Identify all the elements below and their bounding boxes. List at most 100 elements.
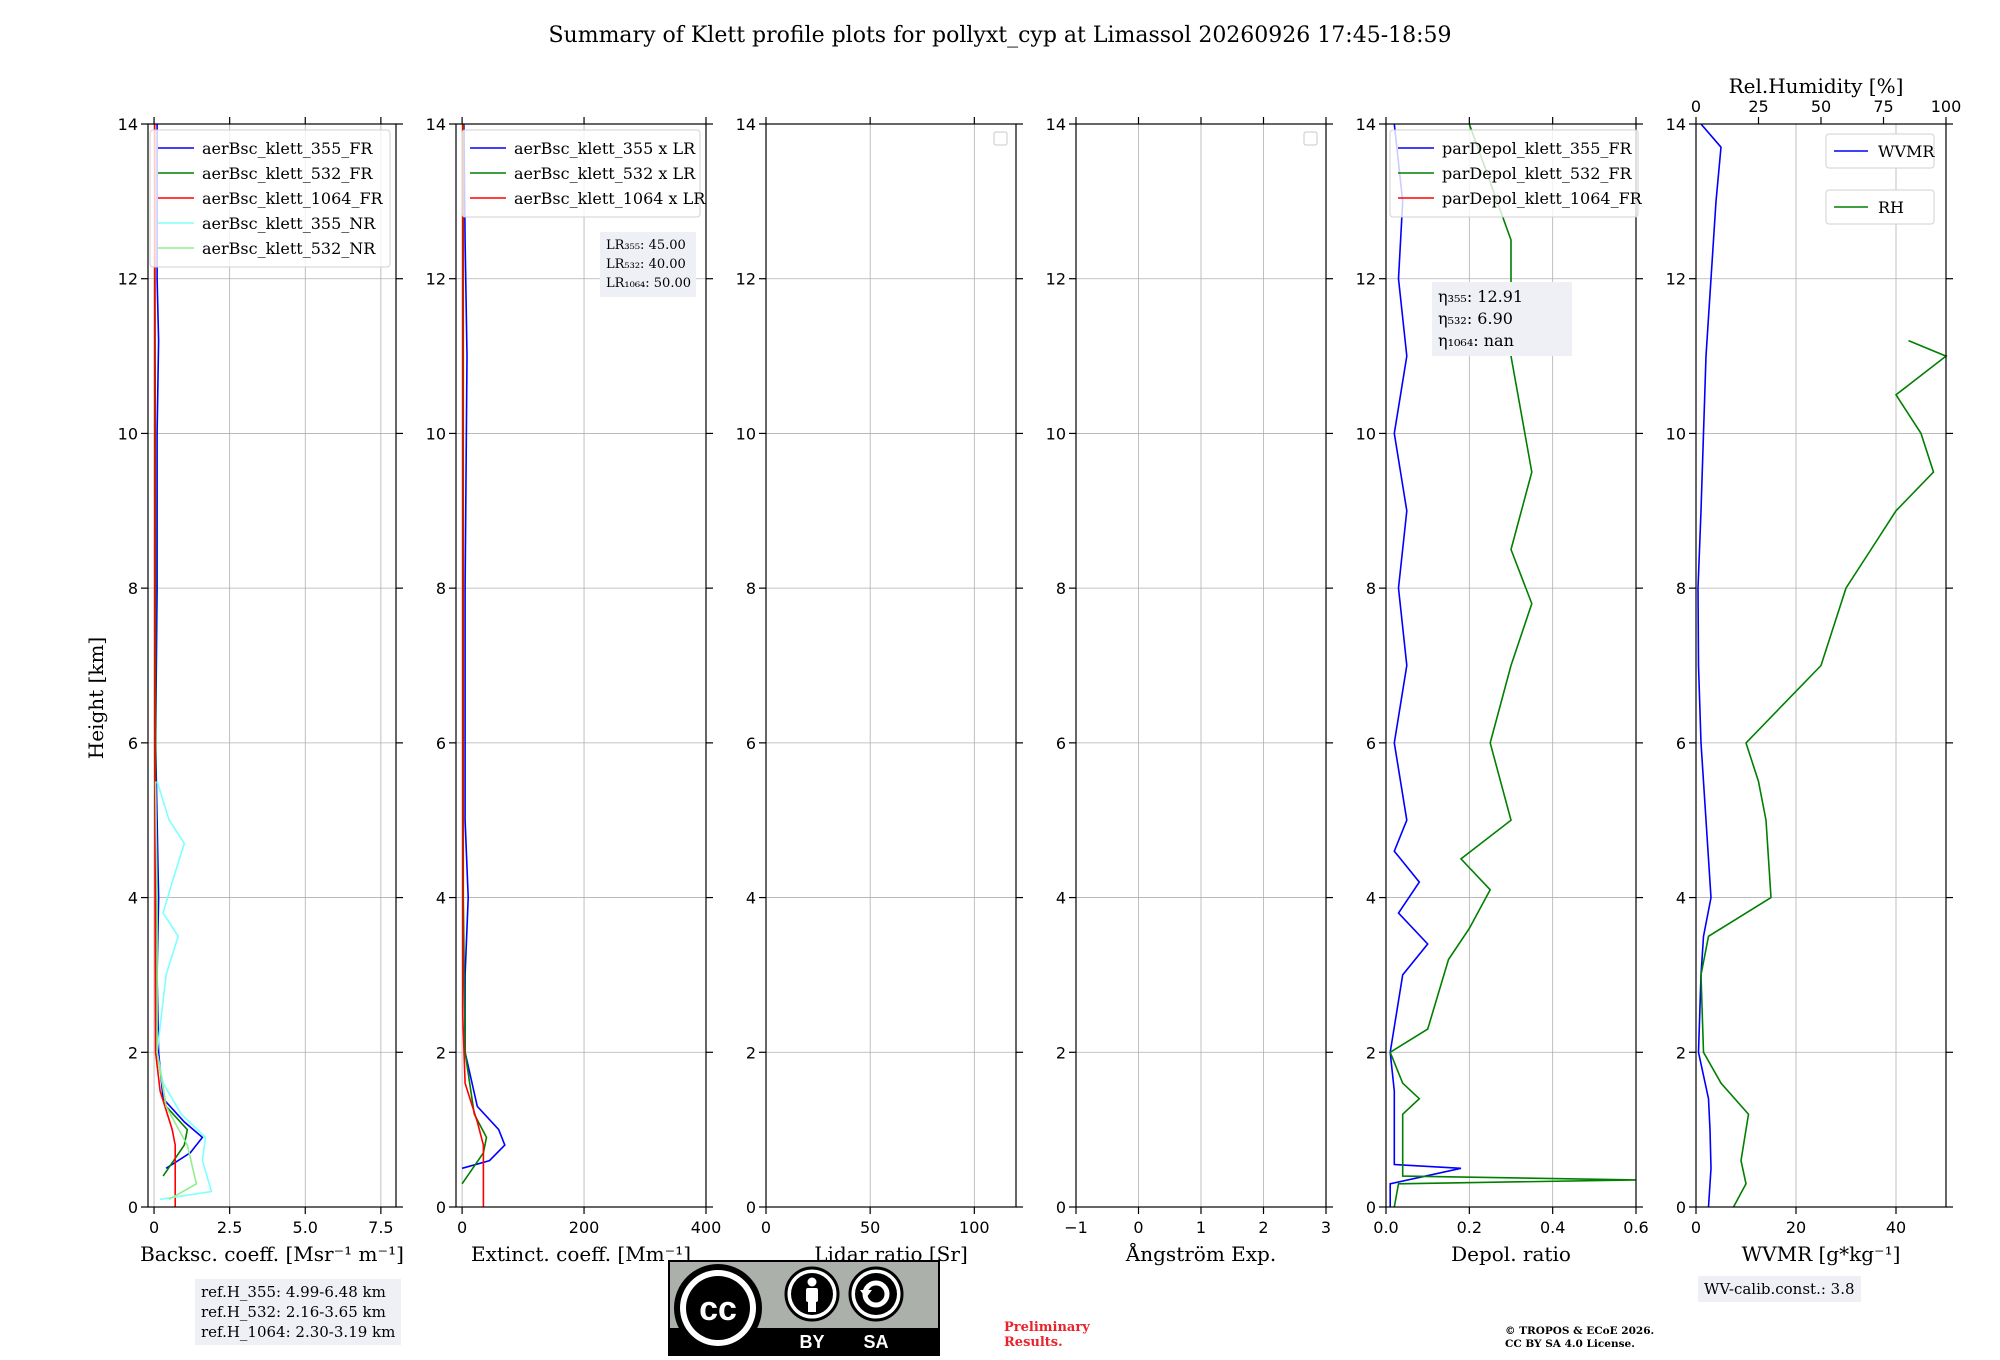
x-axis-label: WVMR [g*kg⁻¹] — [1742, 1242, 1901, 1266]
share-alike-icon — [848, 1266, 904, 1322]
empty-legend-box — [1303, 131, 1318, 146]
y-tick-label: 8 — [1676, 579, 1686, 598]
x-axis-label: Ångström Exp. — [1125, 1241, 1276, 1266]
y-tick-label: 2 — [746, 1043, 756, 1062]
y-tick-label: 6 — [128, 734, 138, 753]
y-tick-label: 4 — [128, 889, 138, 908]
person-icon — [784, 1266, 840, 1322]
x2-tick-label: 25 — [1748, 97, 1768, 116]
panels: 024681012140 2.5 5.0 7.5Backsc. coeff. [Msr… — [118, 97, 1962, 1266]
series-line-wvmr-1 — [1700, 339, 1948, 1208]
cc-license-badge: cc BY SA — [668, 1260, 940, 1356]
ref-height-355: ref.H_355: 4.99-6.48 km — [201, 1283, 386, 1301]
x-tick-label: 0 — [1691, 1218, 1701, 1237]
annotation-line: η₅₃₂: 6.90 — [1438, 309, 1513, 328]
preliminary-line-1: Preliminary — [1004, 1320, 1090, 1335]
x-tick-label: 2 — [1258, 1218, 1268, 1237]
preliminary-line-2: Results. — [1004, 1335, 1063, 1350]
y-tick-label: 4 — [1676, 889, 1686, 908]
y-tick-label: 8 — [1366, 579, 1376, 598]
x-tick-label: 0.0 — [1373, 1218, 1398, 1237]
series-line-backscatter-3 — [156, 781, 213, 1201]
figure: Summary of Klett profile plots for polly… — [84, 23, 1962, 1266]
x-tick-label: 0.2 — [1457, 1218, 1482, 1237]
x-tick-label: 0 — [149, 1218, 159, 1237]
figure-title: Summary of Klett profile plots for polly… — [548, 23, 1451, 48]
y-tick-label: 14 — [736, 115, 756, 134]
y-tick-label: 12 — [1356, 270, 1376, 289]
x2-tick-label: 100 — [1931, 97, 1962, 116]
legend-label: aerBsc_klett_1064 x LR — [514, 189, 706, 208]
y-tick-label: 8 — [746, 579, 756, 598]
legend-label: parDepol_klett_1064_FR — [1442, 189, 1643, 208]
legend-label: aerBsc_klett_1064_FR — [202, 189, 384, 208]
y-tick-label: 10 — [1666, 424, 1686, 443]
series-line-extinction-0 — [461, 123, 506, 1170]
y-tick-label: 6 — [1676, 734, 1686, 753]
y-tick-label: 2 — [436, 1043, 446, 1062]
x2-tick-label: 75 — [1873, 97, 1893, 116]
legend-label: WVMR — [1878, 142, 1935, 161]
y-tick-label: 14 — [118, 115, 138, 134]
y-tick-label: 0 — [1056, 1198, 1066, 1217]
y-tick-label: 12 — [118, 270, 138, 289]
y-tick-label: 14 — [1356, 115, 1376, 134]
y-tick-label: 0 — [746, 1198, 756, 1217]
plot-frame — [147, 123, 397, 1208]
legend-label: parDepol_klett_532_FR — [1442, 164, 1633, 183]
x-tick-label: 0 — [761, 1218, 771, 1237]
copyright-line-2: CC BY SA 4.0 License. — [1505, 1338, 1635, 1350]
x-tick-label: 50 — [860, 1218, 880, 1237]
y-tick-label: 12 — [1666, 270, 1686, 289]
x-tick-label: 0.4 — [1540, 1218, 1565, 1237]
x-tick-label: 0.6 — [1623, 1218, 1648, 1237]
y-tick-label: 10 — [736, 424, 756, 443]
legend-label: aerBsc_klett_355_NR — [202, 214, 376, 233]
y-tick-label: 8 — [128, 579, 138, 598]
y-tick-label: 4 — [1366, 889, 1376, 908]
x2-tick-label: 50 — [1811, 97, 1831, 116]
annotation-line: LR₃₅₅: 45.00 — [606, 238, 686, 253]
y-tick-label: 10 — [1046, 424, 1066, 443]
empty-legend-box — [993, 131, 1008, 146]
y-tick-label: 6 — [746, 734, 756, 753]
panel-wvmr: 0 2 4 6 8 10 12 14 0 20 40 0 25 50 75 100 WVMR [g*kg⁻¹] W… — [1666, 97, 1962, 1266]
x-tick-label: 40 — [1886, 1218, 1906, 1237]
x-tick-label: 5.0 — [293, 1218, 318, 1237]
y-tick-label: 12 — [426, 270, 446, 289]
ref-height-532: ref.H_532: 2.16-3.65 km — [201, 1303, 386, 1321]
copyright-line-1: © TROPOS & ECoE 2026. — [1505, 1325, 1655, 1337]
y-tick-label: 2 — [128, 1043, 138, 1062]
y-tick-label: 10 — [1356, 424, 1376, 443]
y-tick-label: 12 — [736, 270, 756, 289]
y-tick-label: 2 — [1676, 1043, 1686, 1062]
y-tick-label: 6 — [436, 734, 446, 753]
legend-label: aerBsc_klett_532 x LR — [514, 164, 696, 183]
y-tick-label: 0 — [1366, 1198, 1376, 1217]
ref-height-box: ref.H_355: 4.99-6.48 km ref.H_532: 2.16-… — [195, 1279, 402, 1345]
x-axis-label: Extinct. coeff. [Mm⁻¹] — [471, 1242, 691, 1266]
svg-text:cc: cc — [699, 1290, 737, 1328]
y-axis-label: Height [km] — [84, 637, 108, 759]
y-tick-label: 14 — [426, 115, 446, 134]
panel-depol: 0 2 4 6 8 10 12 14 0.0 0.2 0.4 0.6 Depol. ratio parDe… — [1356, 115, 1649, 1266]
panel-angstrom: 02468101214−1 0 1 2 3Ångström Exp. — [1046, 115, 1333, 1266]
x2-tick-label: 0 — [1691, 97, 1701, 116]
y-tick-label: 14 — [1046, 115, 1066, 134]
legend-label: aerBsc_klett_532_FR — [202, 164, 373, 183]
wv-calib-text: WV-calib.const.: 3.8 — [1704, 1280, 1855, 1298]
annotation-line: LR₅₃₂: 40.00 — [606, 257, 686, 272]
x-tick-label: 2.5 — [217, 1218, 242, 1237]
cc-sa-label: SA — [863, 1332, 888, 1352]
cc-by-label: BY — [799, 1332, 824, 1352]
panel-extinction: 0 2 4 6 8 10 12 14 0 200 400Extinct. coeff. [Mm⁻¹]… — [426, 115, 722, 1266]
annotation-line: η₁₀₆₄: nan — [1438, 331, 1514, 350]
series-line-wvmr-0 — [1697, 123, 1722, 1208]
y-tick-label: 10 — [118, 424, 138, 443]
y-tick-label: 4 — [746, 889, 756, 908]
y-tick-label: 6 — [1056, 734, 1066, 753]
y-tick-label: 6 — [1366, 734, 1376, 753]
panel-backscatter: 0 2 4 6 8 10 12 14 0 2.5 5.0 7.5 Backsc. coeff. [Msr… — [118, 115, 404, 1266]
x-axis-label: Backsc. coeff. [Msr⁻¹ m⁻¹] — [140, 1242, 404, 1266]
x-tick-label: 200 — [569, 1218, 600, 1237]
